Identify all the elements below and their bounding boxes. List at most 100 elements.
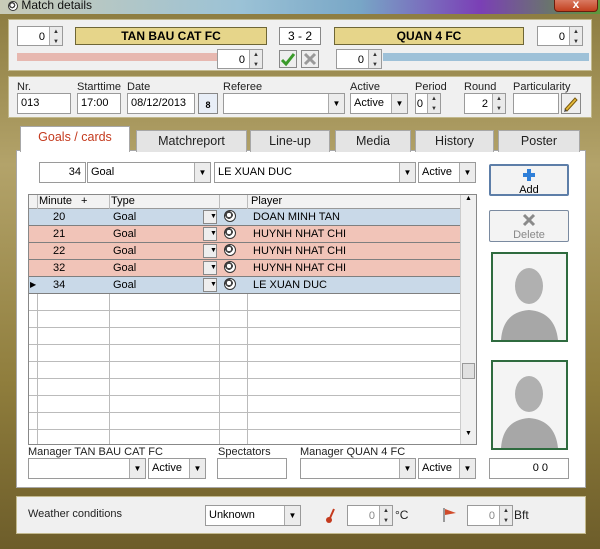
row-type[interactable]: Goal — [113, 209, 136, 225]
scroll-up-icon[interactable]: ▲ — [461, 195, 476, 209]
chevron-down-icon[interactable]: ▼ — [328, 94, 344, 113]
row-type-dropdown[interactable]: ▼ — [203, 210, 217, 224]
table-row[interactable]: 32 Goal ▼ HUYNH NHAT CHI — [29, 260, 461, 277]
spin-down-icon[interactable]: ▼ — [428, 104, 440, 114]
chevron-down-icon[interactable]: ▼ — [210, 262, 217, 274]
row-minute[interactable]: 34 — [53, 277, 65, 293]
home-sub-spinner[interactable]: 0 ▲ ▼ — [217, 49, 263, 69]
spin-down-icon[interactable]: ▼ — [50, 37, 62, 47]
table-row[interactable]: 21 Goal ▼ HUYNH NHAT CHI — [29, 226, 461, 243]
temperature-spinner[interactable]: 0 ▲ ▼ — [347, 505, 393, 526]
row-minute[interactable]: 22 — [53, 243, 65, 259]
row-type[interactable]: Goal — [113, 226, 136, 242]
cross-icon[interactable] — [302, 51, 318, 67]
grid-scrollbar[interactable]: ▲ ▼ — [460, 195, 476, 444]
starttime-field[interactable]: 17:00 — [77, 93, 121, 114]
referee-select[interactable]: ▼ — [223, 93, 345, 114]
delete-button[interactable]: Delete — [489, 210, 569, 242]
confirm-button[interactable] — [279, 50, 297, 68]
minute-column-header[interactable]: Minute — [39, 195, 72, 208]
chevron-down-icon[interactable]: ▼ — [391, 94, 407, 113]
chevron-down-icon[interactable]: ▼ — [459, 459, 475, 478]
calendar-button[interactable]: 8 — [198, 93, 218, 114]
spin-up-icon[interactable]: ▲ — [500, 506, 512, 516]
date-field[interactable]: 08/12/2013 — [127, 93, 195, 114]
chevron-down-icon[interactable]: ▼ — [210, 279, 217, 291]
chevron-down-icon[interactable]: ▼ — [210, 211, 217, 223]
spin-up-icon[interactable]: ▲ — [380, 506, 392, 516]
checkmark-icon[interactable] — [280, 51, 296, 67]
plus-icon[interactable] — [521, 168, 537, 182]
tab-line-up[interactable]: Line-up — [250, 130, 330, 152]
row-type[interactable]: Goal — [113, 243, 136, 259]
row-type-dropdown[interactable]: ▼ — [203, 227, 217, 241]
chevron-down-icon[interactable]: ▼ — [210, 228, 217, 240]
spin-up-icon[interactable]: ▲ — [50, 27, 62, 37]
type-column-header[interactable]: Type — [111, 195, 135, 208]
player-column-header[interactable]: Player — [251, 195, 282, 208]
row-minute[interactable]: 32 — [53, 260, 65, 276]
row-type[interactable]: Goal — [113, 260, 136, 276]
spin-down-icon[interactable]: ▼ — [570, 37, 582, 47]
spin-down-icon[interactable]: ▼ — [369, 60, 381, 70]
home-score-spinner[interactable]: 0 ▲ ▼ — [17, 26, 63, 46]
chevron-down-icon[interactable]: ▼ — [399, 163, 415, 182]
chevron-down-icon[interactable]: ▼ — [189, 459, 205, 478]
scroll-down-icon[interactable]: ▼ — [461, 430, 476, 444]
event-status-select[interactable]: Active ▼ — [418, 162, 476, 183]
row-type-dropdown[interactable]: ▼ — [203, 278, 217, 292]
tab-goals-cards[interactable]: Goals / cards — [20, 126, 130, 152]
chevron-down-icon[interactable]: ▼ — [129, 459, 145, 478]
player-select[interactable]: LE XUAN DUC ▼ — [214, 162, 416, 183]
spin-up-icon[interactable]: ▲ — [369, 50, 381, 60]
chevron-down-icon[interactable]: ▼ — [459, 163, 475, 182]
row-player[interactable]: HUYNH NHAT CHI — [253, 226, 346, 242]
row-type-dropdown[interactable]: ▼ — [203, 261, 217, 275]
spin-down-icon[interactable]: ▼ — [380, 516, 392, 526]
away-score-spinner[interactable]: 0 ▲ ▼ — [537, 26, 583, 46]
spin-up-icon[interactable]: ▲ — [428, 94, 440, 104]
close-icon[interactable]: x — [573, 0, 580, 11]
chevron-down-icon[interactable]: ▼ — [194, 163, 210, 182]
table-row[interactable]: ▶ 34 Goal ▼ LE XUAN DUC — [29, 277, 461, 294]
tab-poster[interactable]: Poster — [498, 130, 580, 152]
event-type-select[interactable]: Goal ▼ — [87, 162, 211, 183]
tab-matchreport[interactable]: Matchreport — [136, 130, 247, 152]
nr-field[interactable]: 013 — [17, 93, 71, 114]
scroll-thumb[interactable] — [462, 363, 475, 379]
close-button[interactable]: x — [554, 0, 598, 12]
row-player[interactable]: HUYNH NHAT CHI — [253, 243, 346, 259]
round-spinner[interactable]: 2 ▲ ▼ — [464, 93, 506, 114]
reset-button[interactable] — [301, 50, 319, 68]
cross-icon[interactable] — [522, 213, 536, 227]
pencil-icon[interactable] — [562, 94, 580, 113]
away-manager-select[interactable]: ▼ — [300, 458, 416, 479]
period-spinner[interactable]: 0 ▲ ▼ — [415, 93, 441, 114]
row-player[interactable]: LE XUAN DUC — [253, 277, 327, 293]
away-sub-spinner[interactable]: 0 ▲ ▼ — [336, 49, 382, 69]
home-manager-status-select[interactable]: Active ▼ — [148, 458, 206, 479]
minute-field[interactable]: 34 — [39, 162, 86, 183]
plus-column-header[interactable]: + — [81, 195, 87, 208]
table-row[interactable]: 20 Goal ▼ DOAN MINH TAN — [29, 209, 461, 226]
wind-spinner[interactable]: 0 ▲ ▼ — [467, 505, 513, 526]
row-type[interactable]: Goal — [113, 277, 136, 293]
row-minute[interactable]: 21 — [53, 226, 65, 242]
particularity-field[interactable] — [513, 93, 559, 114]
spin-down-icon[interactable]: ▼ — [500, 516, 512, 526]
active-select[interactable]: Active ▼ — [350, 93, 408, 114]
tab-history[interactable]: History — [415, 130, 494, 152]
row-minute[interactable]: 20 — [53, 209, 65, 225]
events-grid[interactable]: Minute + Type Player 20 Goal ▼ DOAN MINH TA… — [28, 194, 477, 445]
add-button[interactable]: Add — [489, 164, 569, 196]
edit-particularity-button[interactable] — [561, 93, 581, 114]
row-type-dropdown[interactable]: ▼ — [203, 244, 217, 258]
spectators-field[interactable] — [217, 458, 287, 479]
spin-down-icon[interactable]: ▼ — [250, 60, 262, 70]
tab-media[interactable]: Media — [335, 130, 411, 152]
chevron-down-icon[interactable]: ▼ — [284, 506, 300, 525]
spin-up-icon[interactable]: ▲ — [493, 94, 505, 104]
chevron-down-icon[interactable]: ▼ — [210, 245, 217, 257]
spin-down-icon[interactable]: ▼ — [493, 104, 505, 114]
away-manager-status-select[interactable]: Active ▼ — [418, 458, 476, 479]
